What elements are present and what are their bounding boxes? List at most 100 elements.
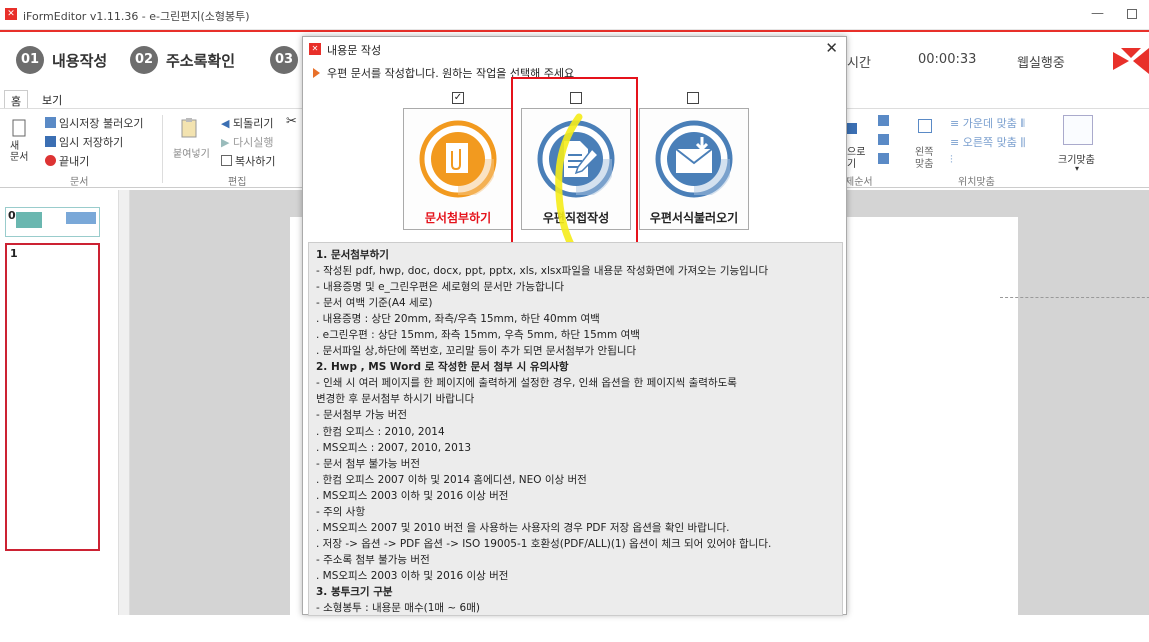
redo-label: 다시실행 <box>232 136 274 149</box>
tab-view[interactable]: 보기 <box>36 90 68 110</box>
arrow-right-icon <box>313 68 320 78</box>
step-3[interactable]: 03 <box>270 46 298 74</box>
checkbox-attach[interactable]: ✓ <box>452 92 464 104</box>
option-label: 문서첨부하기 <box>424 211 492 225</box>
temp-save-label: 임시 저장하기 <box>59 136 124 149</box>
app-window: ✕ iFormEditor v1.11.36 - e-그린편지(소형봉투) — … <box>0 0 1149 616</box>
window-title: iFormEditor v1.11.36 - e-그린편지(소형봉투) <box>23 10 250 23</box>
pane-splitter[interactable] <box>118 190 130 615</box>
undo-label: 되돌리기 <box>232 117 274 130</box>
time-value: 00:00:33 <box>918 52 977 67</box>
note-line: - 문서첨부 가능 버전 <box>316 409 408 422</box>
distribute-v-icon[interactable]: ⫼ <box>1020 136 1025 149</box>
note-line: - 주소록 첨부 불가능 버전 <box>316 553 430 566</box>
note-line: - 내용증명 및 e_그린우편은 세로형의 문서만 가능합니다 <box>316 281 565 294</box>
redo-icon: ▶ <box>221 136 230 149</box>
temp-save-button[interactable]: 임시 저장하기 <box>45 134 123 150</box>
instructions-panel: 1. 문서첨부하기 - 작성된 pdf, hwp, doc, docx, ppt… <box>308 242 843 616</box>
redo-button[interactable]: ▶ 다시실행 <box>221 134 273 150</box>
dialog-app-icon: ✕ <box>309 43 321 55</box>
copy-label: 복사하기 <box>235 155 276 168</box>
highlight-box <box>511 77 638 249</box>
note-line: - 주의 사항 <box>316 505 366 518</box>
align-center-label: 가운데 맞춤 <box>962 117 1017 130</box>
thumbnail-image <box>16 212 42 228</box>
step-2[interactable]: 02 주소록확인 <box>130 46 235 74</box>
note-line: . MS오피스 2003 이하 및 2016 이상 버전 <box>316 569 509 582</box>
app-logo-icon: ✕ <box>5 8 17 20</box>
option-attach-document[interactable]: 문서첨부하기 <box>403 108 513 230</box>
minimize-button[interactable]: — <box>1091 6 1104 21</box>
close-icon[interactable]: ✕ <box>825 39 838 57</box>
send-back-icon[interactable] <box>878 153 892 166</box>
step-number: 03 <box>270 46 298 74</box>
folder-icon <box>45 117 56 128</box>
group-edit-label: 편집 <box>228 177 247 188</box>
new-doc-label: 새 문서 <box>10 141 29 163</box>
note-line: 변경한 후 문서첨부 하시기 바랍니다 <box>316 393 475 406</box>
save-icon <box>45 136 56 147</box>
compose-dialog: ✕ 내용문 작성 ✕ 우편 문서를 작성합니다. 원하는 작업을 선택해 주세요… <box>302 36 847 616</box>
step-number: 02 <box>130 46 158 74</box>
align-right-icon: ≡ <box>950 136 960 149</box>
note-line: . MS오피스 2003 이하 및 2016 이상 버전 <box>316 489 509 502</box>
align-center-icon: ≡ <box>950 117 960 130</box>
undo-button[interactable]: ◀ 되돌리기 <box>221 115 273 131</box>
step-number: 01 <box>16 46 44 74</box>
temp-load-button[interactable]: 임시저장 불러오기 <box>45 115 143 131</box>
copy-icon <box>221 155 232 166</box>
document-icon <box>12 119 26 137</box>
status-text: 웹실행중 <box>1017 56 1065 71</box>
maximize-button[interactable] <box>1127 9 1137 19</box>
note-line: . MS오피스 : 2007, 2010, 2013 <box>316 441 472 454</box>
note-line: - 작성된 pdf, hwp, doc, docx, ppt, pptx, xl… <box>316 265 769 278</box>
undo-icon: ◀ <box>221 117 230 130</box>
option-load-template[interactable]: 우편서식불러오기 <box>639 108 749 230</box>
group-align-label: 위치맞춤 <box>958 177 995 188</box>
align-center-button[interactable]: ≡ 가운데 맞춤 ⫴ <box>950 115 1025 131</box>
step-label: 주소록확인 <box>166 51 236 70</box>
align-bottom-icon[interactable]: ⫶ <box>950 153 953 167</box>
option-label: 우편서식불러오기 <box>649 211 739 225</box>
dialog-title: 내용문 작성 <box>327 44 382 57</box>
page-thumbnails: 0 1 <box>0 190 118 615</box>
paste-label[interactable]: 붙여넣기 <box>173 145 210 160</box>
exit-label: 끝내기 <box>59 155 90 168</box>
note-line: . 내용증명 : 상단 20mm, 좌측/우측 15mm, 하단 40mm 여백 <box>316 313 600 326</box>
note-heading: 3. 봉투크기 구분 <box>316 585 393 598</box>
envelope-download-icon <box>655 120 733 198</box>
exit-button[interactable]: 끝내기 <box>45 153 89 169</box>
close-circle-icon <box>45 155 56 166</box>
thumbnail-image <box>66 212 96 224</box>
page-thumbnail-0[interactable]: 0 <box>5 207 100 237</box>
ribbon-separator <box>162 115 163 183</box>
checkbox-template[interactable] <box>687 92 699 104</box>
time-label: 시간 <box>847 56 871 71</box>
note-line: . 한컴 오피스 : 2010, 2014 <box>316 425 445 438</box>
distribute-h-icon[interactable]: ⫴ <box>1020 117 1025 130</box>
temp-load-label: 임시저장 불러오기 <box>59 117 144 130</box>
note-line: - 소형봉투 : 내용문 매수(1매 ~ 6매) <box>316 602 480 615</box>
order-label-2: 기 <box>847 159 857 170</box>
note-line: - 문서 여백 기준(A4 세로) <box>316 297 433 310</box>
fit-size-icon[interactable] <box>1063 115 1093 145</box>
note-line: - 인쇄 시 여러 페이지를 한 페이지에 출력하게 설정한 경우, 인쇄 옵션… <box>316 377 737 390</box>
paste-icon[interactable] <box>180 117 200 142</box>
note-line: - 문서 첨부 불가능 버전 <box>316 457 421 470</box>
page-number: 0 <box>8 209 16 222</box>
align-left-icon[interactable] <box>918 119 935 135</box>
order-icon[interactable] <box>846 123 860 136</box>
copy-button[interactable]: 복사하기 <box>221 153 275 169</box>
send-backward-icon[interactable] <box>878 134 892 147</box>
note-line: . MS오피스 2007 및 2010 버전 을 사용하는 사용자의 경우 PD… <box>316 521 730 534</box>
step-1[interactable]: 01 내용작성 <box>16 46 107 74</box>
bring-forward-icon[interactable] <box>878 115 892 128</box>
title-bar: ✕ iFormEditor v1.11.36 - e-그린편지(소형봉투) — <box>0 0 1149 30</box>
chevron-down-icon[interactable]: ▾ <box>1075 164 1079 173</box>
align-right-button[interactable]: ≡ 오른쪽 맞춤 ⫼ <box>950 134 1025 150</box>
new-doc-button[interactable] <box>12 119 26 140</box>
note-line: . 저장 -> 옵션 -> PDF 옵션 -> ISO 19005-1 호환성(… <box>316 537 772 550</box>
scissors-icon[interactable]: ✂ <box>286 114 297 129</box>
page-thumbnail-1[interactable]: 1 <box>5 243 100 551</box>
step-label: 내용작성 <box>52 51 108 70</box>
